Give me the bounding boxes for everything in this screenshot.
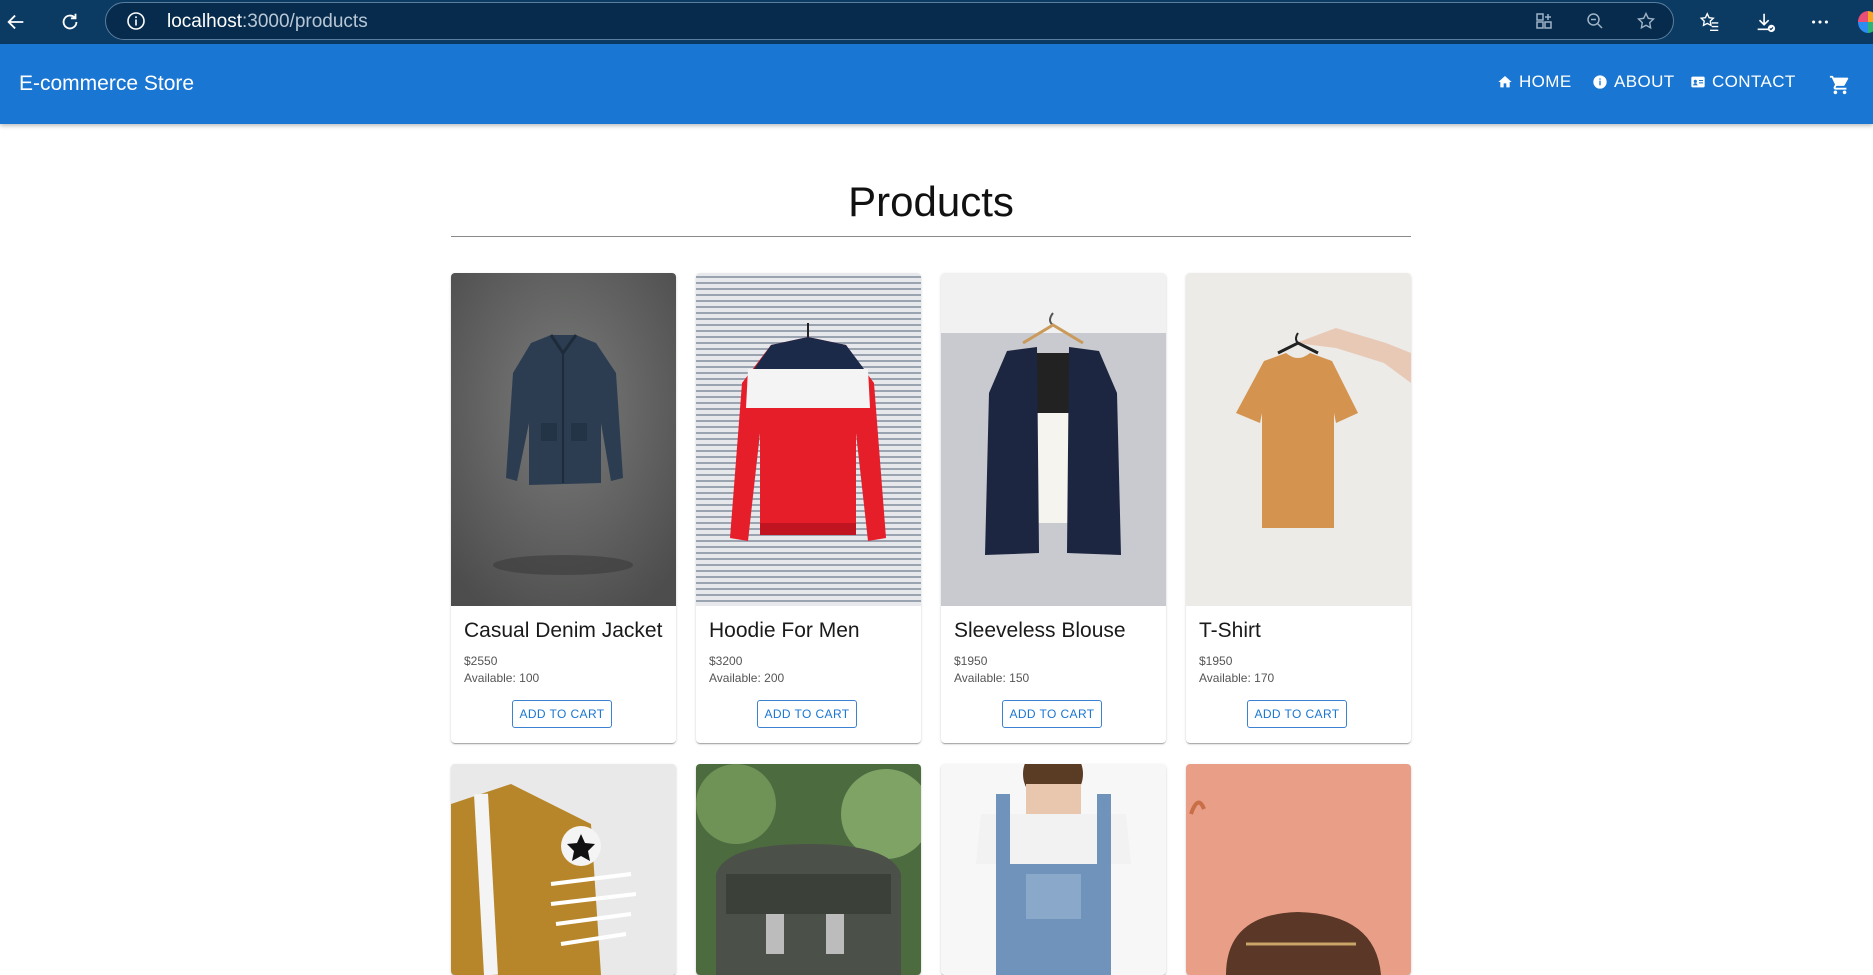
reload-button[interactable] — [54, 6, 86, 38]
browser-toolbar: localhost:3000/products — [0, 0, 1873, 44]
product-image-denim-jacket[interactable] — [451, 273, 676, 606]
nav-about[interactable]: ABOUT — [1592, 72, 1675, 92]
product-price: $3200 — [709, 654, 743, 668]
product-image-sneaker[interactable] — [451, 764, 676, 975]
product-availability: Available: 170 — [1199, 671, 1275, 685]
more-options-icon[interactable] — [1804, 6, 1836, 38]
address-bar[interactable]: localhost:3000/products — [105, 2, 1674, 40]
product-card: Hoodie For Men $3200 Available: 200 ADD … — [696, 273, 921, 743]
product-image-blouse[interactable] — [941, 273, 1166, 606]
downloads-icon[interactable] — [1749, 6, 1781, 38]
nav-contact-label: CONTACT — [1712, 72, 1796, 91]
contact-card-icon — [1691, 76, 1705, 88]
nav-about-label: ABOUT — [1614, 72, 1675, 91]
add-to-cart-button[interactable]: ADD TO CART — [1002, 700, 1102, 728]
app-bar: E-commerce Store HOME ABOUT CONTACT — [0, 44, 1873, 124]
product-name: Hoodie For Men — [709, 619, 860, 642]
cart-button[interactable] — [1829, 74, 1851, 96]
add-to-cart-button[interactable]: ADD TO CART — [757, 700, 857, 728]
product-image-overalls[interactable] — [941, 764, 1166, 975]
product-name: Casual Denim Jacket — [464, 619, 663, 642]
product-availability: Available: 200 — [709, 671, 785, 685]
product-image-backpack[interactable] — [696, 764, 921, 975]
product-card — [941, 764, 1166, 975]
product-price: $1950 — [954, 654, 988, 668]
url-text[interactable]: localhost:3000/products — [167, 11, 368, 33]
product-card — [696, 764, 921, 975]
back-button[interactable] — [0, 6, 32, 38]
nav-contact[interactable]: CONTACT — [1690, 72, 1796, 92]
reload-icon — [62, 13, 78, 30]
product-card: Sleeveless Blouse $1950 Available: 150 A… — [941, 273, 1166, 743]
title-divider — [451, 236, 1411, 237]
product-card: Casual Denim Jacket $2550 Available: 100… — [451, 273, 676, 743]
url-path: /products — [289, 11, 368, 32]
back-arrow-icon — [7, 14, 24, 30]
store-brand[interactable]: E-commerce Store — [19, 72, 194, 96]
nav-home[interactable]: HOME — [1497, 72, 1572, 92]
product-price: $2550 — [464, 654, 498, 668]
copilot-icon[interactable] — [1858, 11, 1873, 33]
product-card — [451, 764, 676, 975]
url-host: localhost — [167, 11, 242, 32]
nav-home-label: HOME — [1519, 72, 1572, 91]
add-to-cart-button[interactable]: ADD TO CART — [512, 700, 612, 728]
page-title: Products — [848, 178, 1014, 225]
product-price: $1950 — [1199, 654, 1233, 668]
shopping-cart-icon — [1829, 75, 1849, 95]
zoom-out-icon[interactable] — [1582, 8, 1608, 34]
product-image-handbag[interactable] — [1186, 764, 1411, 975]
favorite-star-icon[interactable] — [1633, 8, 1659, 34]
product-card: T-Shirt $1950 Available: 170 ADD TO CART — [1186, 273, 1411, 743]
home-icon — [1498, 76, 1512, 88]
product-image-tshirt[interactable] — [1186, 273, 1411, 606]
favorites-icon[interactable] — [1694, 6, 1726, 38]
app-available-icon[interactable] — [1531, 8, 1557, 34]
product-availability: Available: 150 — [954, 671, 1030, 685]
site-info-icon[interactable] — [126, 11, 146, 31]
product-image-hoodie[interactable] — [696, 273, 921, 606]
info-icon — [1593, 75, 1607, 89]
product-availability: Available: 100 — [464, 671, 540, 685]
product-card — [1186, 764, 1411, 975]
add-to-cart-button[interactable]: ADD TO CART — [1247, 700, 1347, 728]
url-port: :3000 — [242, 11, 290, 32]
product-name: Sleeveless Blouse — [954, 619, 1126, 642]
product-name: T-Shirt — [1199, 619, 1261, 642]
